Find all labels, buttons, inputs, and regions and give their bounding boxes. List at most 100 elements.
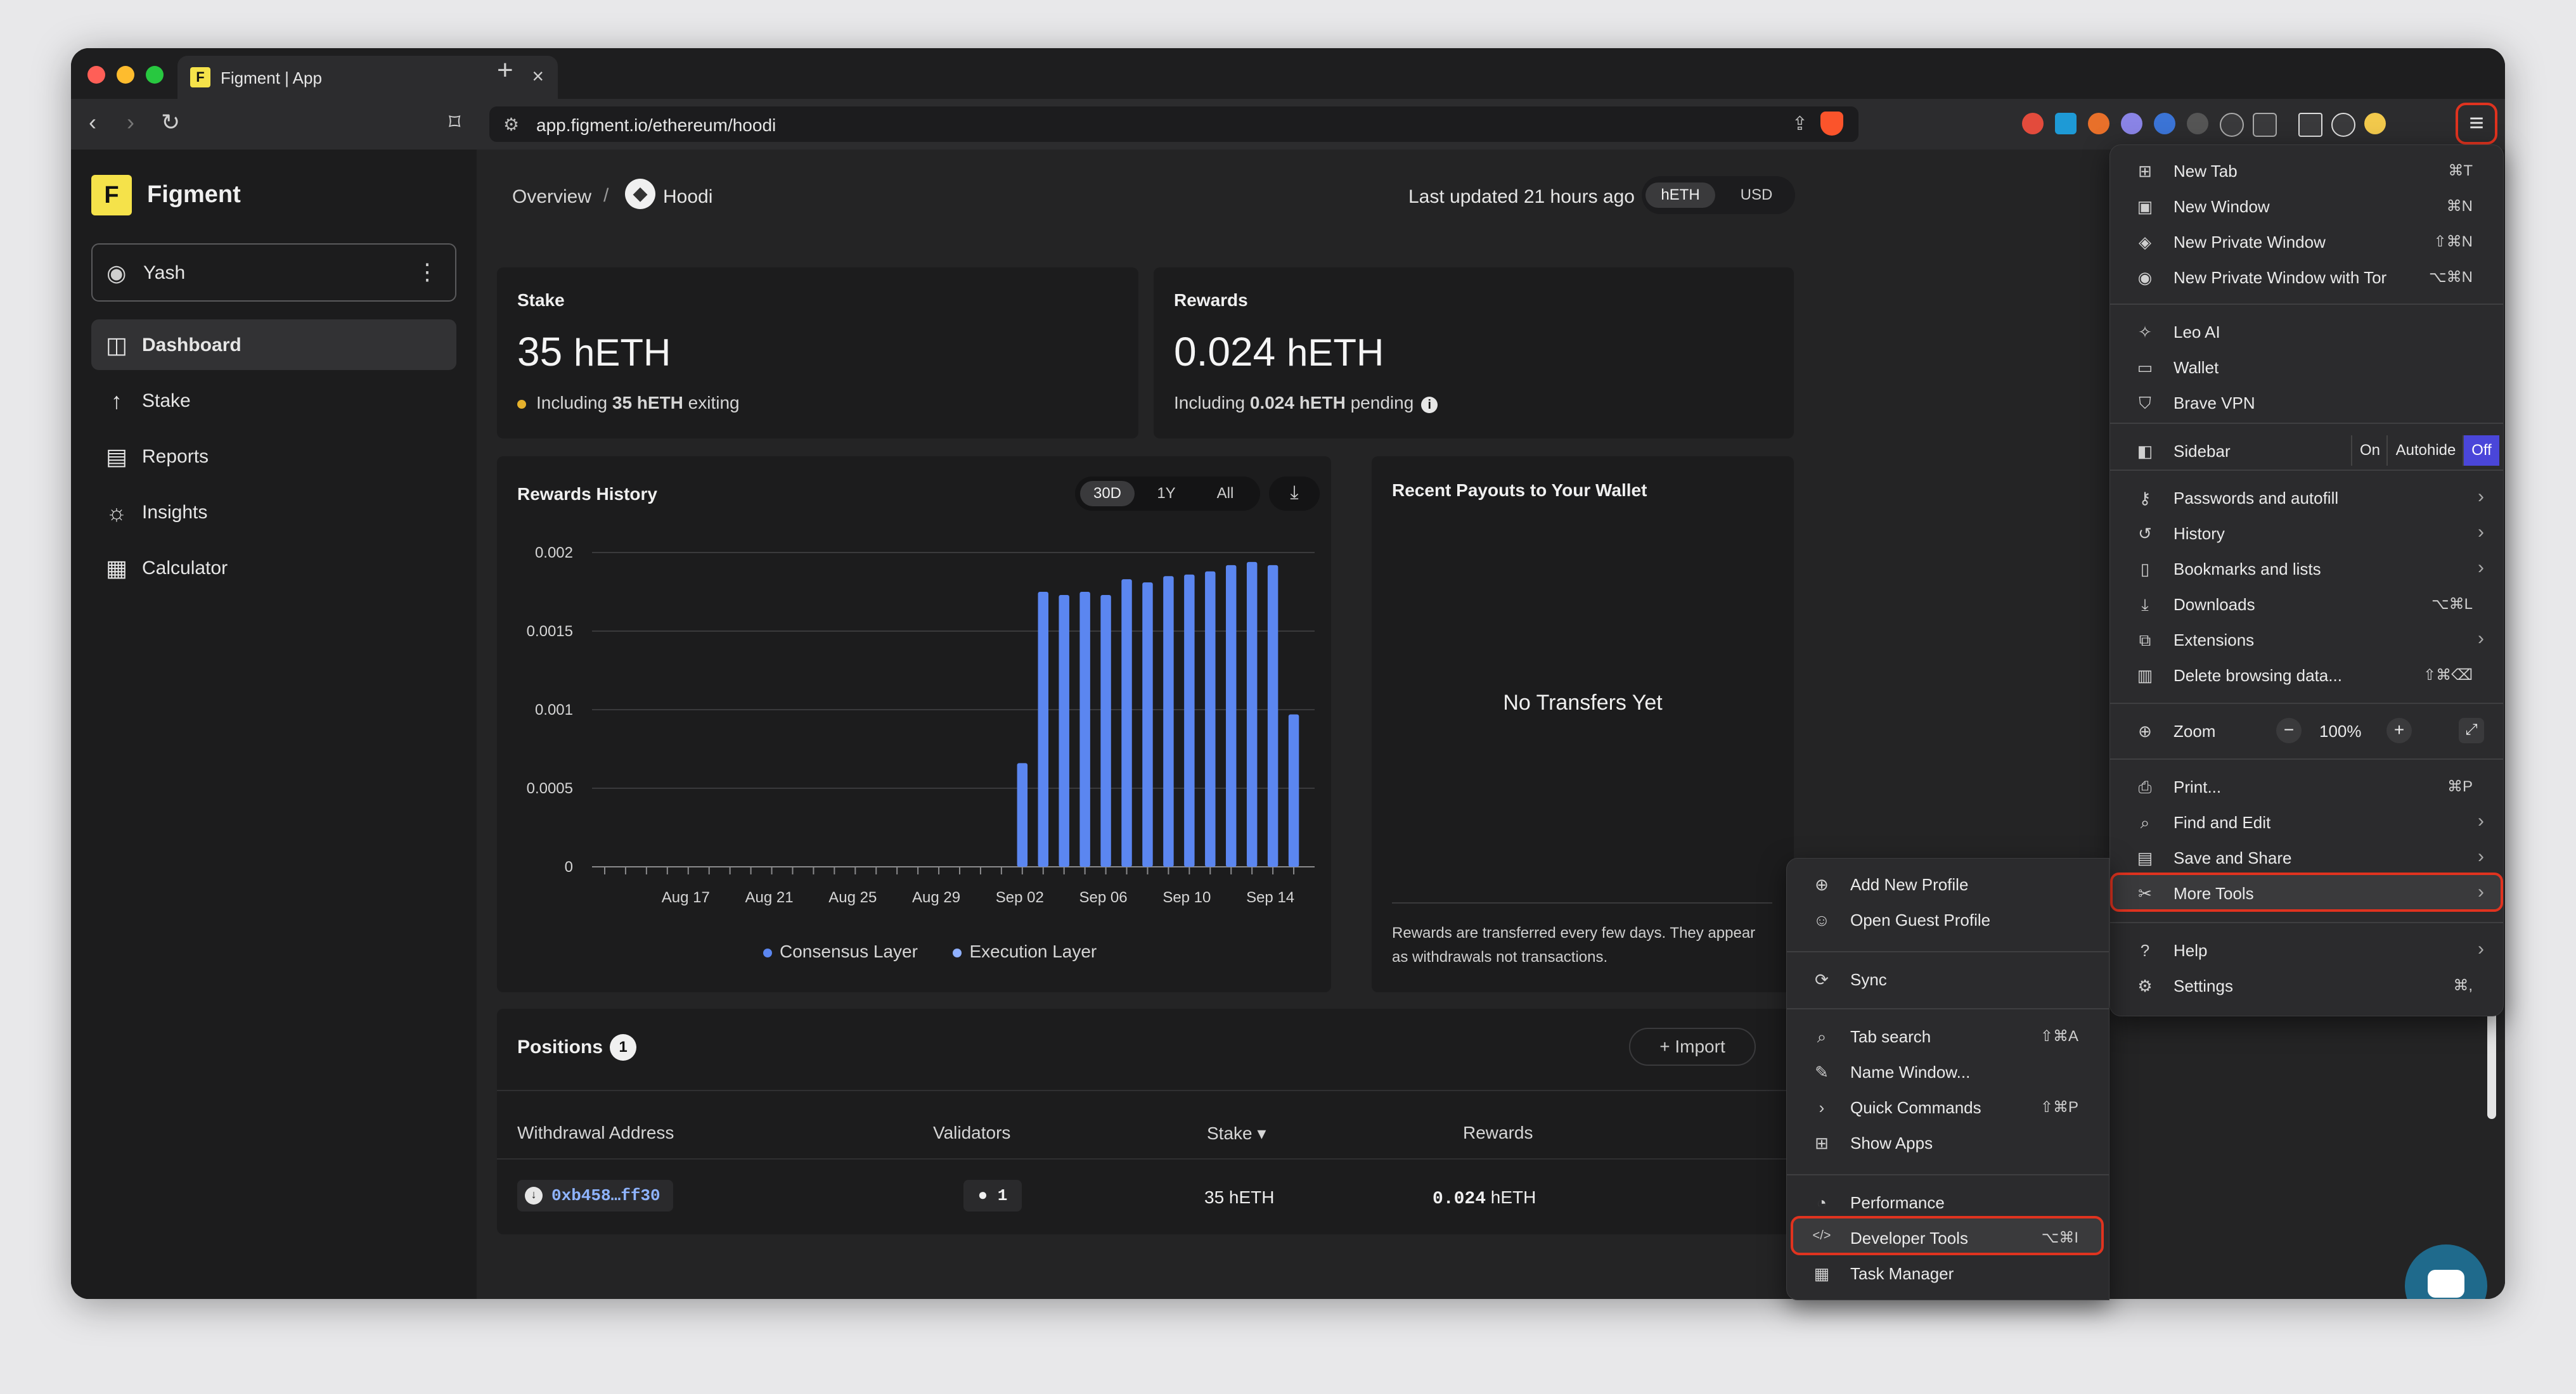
menu-item-history[interactable]: ↺ History › — [2110, 515, 2503, 551]
menu-item-extensions[interactable]: ⧉ Extensions › — [2110, 622, 2503, 657]
withdrawal-address-pill[interactable]: ↓ 0xb458…ff30 — [517, 1180, 673, 1212]
menu-item-save-and-share[interactable]: ▤ Save and Share › — [2110, 840, 2503, 875]
sidebar-item-calculator[interactable]: ▦ Calculator — [91, 542, 456, 593]
menu-item-wallet[interactable]: ▭ Wallet — [2110, 349, 2503, 385]
brave-shields-icon[interactable] — [1820, 112, 1843, 136]
menu-item-task-manager[interactable]: ▦ Task Manager — [1787, 1255, 2109, 1291]
header-rewards[interactable]: Rewards — [1463, 1123, 1533, 1143]
sidebar-option-off[interactable]: Off — [2463, 435, 2499, 466]
chat-button[interactable] — [2405, 1244, 2487, 1299]
menu-item-passwords-and-autofill[interactable]: ⚷ Passwords and autofill › — [2110, 480, 2503, 515]
currency-heth[interactable]: hETH — [1645, 182, 1715, 208]
extension-icon-6[interactable] — [2187, 113, 2208, 134]
range-30d[interactable]: 30D — [1080, 481, 1135, 506]
validators-count-pill[interactable]: ● 1 — [963, 1180, 1022, 1212]
chart-bar[interactable] — [1059, 594, 1069, 867]
extension-icon-2[interactable] — [2055, 113, 2077, 134]
password-manager-icon[interactable] — [2154, 113, 2175, 134]
menu-item-find-and-edit[interactable]: ⌕ Find and Edit › — [2110, 804, 2503, 840]
menu-item-print[interactable]: ⎙ Print... ⌘P — [2110, 769, 2503, 804]
profile-avatar-icon[interactable] — [2364, 113, 2386, 134]
sidebar-toggle-icon[interactable] — [2298, 113, 2322, 137]
menu-item-show-apps[interactable]: ⊞ Show Apps — [1787, 1125, 2109, 1160]
reload-icon[interactable]: ↻ — [161, 109, 180, 136]
menu-item-more-tools[interactable]: ✂ More Tools › — [2110, 875, 2503, 911]
sidebar-item-insights[interactable]: ☼ Insights — [91, 487, 456, 537]
chart-bar[interactable] — [1038, 592, 1048, 867]
menu-item-bookmarks-and-lists[interactable]: ▯ Bookmarks and lists › — [2110, 551, 2503, 586]
extension-icon-1[interactable] — [2022, 113, 2044, 134]
leo-ai-icon[interactable] — [2331, 113, 2355, 137]
sidebar-option-autohide[interactable]: Autohide — [2386, 435, 2464, 466]
range-1y[interactable]: 1Y — [1141, 481, 1192, 506]
reader-icon[interactable] — [2253, 113, 2277, 137]
chart-bar[interactable] — [1079, 592, 1090, 867]
menu-item-new-private-window[interactable]: ◈ New Private Window ⇧⌘N — [2110, 224, 2503, 259]
zoom-in-button[interactable]: + — [2386, 718, 2412, 743]
sidebar-item-stake[interactable]: ↑ Stake — [91, 375, 456, 426]
range-all[interactable]: All — [1198, 481, 1253, 506]
back-icon[interactable]: ‹ — [89, 109, 96, 136]
close-window-button[interactable] — [87, 66, 105, 84]
chart-bar[interactable] — [1246, 561, 1258, 867]
more-options-icon[interactable]: ⋮ — [416, 259, 439, 285]
user-selector[interactable]: ◉ Yash ⋮ — [91, 243, 456, 302]
extensions-puzzle-icon[interactable] — [2220, 113, 2244, 137]
info-icon[interactable]: i — [1421, 397, 1438, 413]
menu-item-new-tab[interactable]: ⊞ New Tab ⌘T — [2110, 153, 2503, 188]
import-button[interactable]: + Import — [1629, 1028, 1756, 1066]
zoom-window-button[interactable] — [146, 66, 164, 84]
forward-icon[interactable]: › — [127, 109, 134, 136]
menu-item-quick-commands[interactable]: › Quick Commands ⇧⌘P — [1787, 1089, 2109, 1125]
download-icon[interactable]: ⤓ — [1269, 476, 1320, 511]
sidebar-item-dashboard[interactable]: ◫ Dashboard — [91, 319, 456, 370]
chart-bar[interactable] — [1226, 565, 1237, 867]
bookmark-icon[interactable]: ⌑ — [449, 109, 460, 136]
metamask-icon[interactable] — [2088, 113, 2109, 134]
chart-bar[interactable] — [1205, 571, 1216, 867]
menu-item-settings[interactable]: ⚙ Settings ⌘, — [2110, 968, 2503, 1003]
chart-bar[interactable] — [1288, 714, 1299, 867]
close-tab-icon[interactable]: × — [532, 65, 544, 88]
chart-bar[interactable] — [1163, 576, 1174, 867]
position-rewards-unit: hETH — [1486, 1187, 1536, 1207]
menu-item-add-new-profile[interactable]: ⊕ Add New Profile — [1787, 866, 2109, 902]
site-settings-icon[interactable]: ⚙ — [503, 114, 519, 135]
menu-item-name-window[interactable]: ✎ Name Window... — [1787, 1054, 2109, 1089]
extension-icon-4[interactable] — [2121, 113, 2142, 134]
menu-item-performance[interactable]: ◔ Performance — [1787, 1184, 2109, 1220]
sidebar-option-on[interactable]: On — [2351, 435, 2388, 466]
menu-item-tab-search[interactable]: ⌕ Tab search ⇧⌘A — [1787, 1018, 2109, 1054]
chart-bar[interactable] — [1184, 574, 1195, 867]
fullscreen-icon[interactable]: ⤢ — [2459, 718, 2484, 743]
menu-item-brave-vpn[interactable]: ⛉ Brave VPN — [2110, 385, 2503, 420]
menu-item-downloads[interactable]: ⤓ Downloads ⌥⌘L — [2110, 586, 2503, 622]
menu-item-help[interactable]: ? Help › — [2110, 932, 2503, 968]
chart-bar[interactable] — [1142, 582, 1153, 867]
header-withdrawal-address[interactable]: Withdrawal Address — [517, 1123, 674, 1143]
currency-usd[interactable]: USD — [1722, 182, 1791, 208]
menu-item-new-private-window-with-tor[interactable]: ◉ New Private Window with Tor ⌥⌘N — [2110, 259, 2503, 295]
menu-item-developer-tools[interactable]: </> Developer Tools ⌥⌘I — [1787, 1220, 2109, 1255]
menu-item-sync[interactable]: ⟳ Sync — [1787, 961, 2109, 997]
address-bar[interactable]: ⚙ app.figment.io/ethereum/hoodi ⇪ — [489, 106, 1858, 142]
sidebar-item-reports[interactable]: ▤ Reports — [91, 431, 456, 482]
menu-item-label: Tab search — [1850, 1027, 1931, 1046]
new-tab-button[interactable]: + — [497, 54, 513, 86]
zoom-out-button[interactable]: − — [2276, 718, 2302, 743]
chart-bar[interactable] — [1017, 763, 1028, 867]
header-stake[interactable]: Stake ▾ — [1207, 1123, 1266, 1144]
breadcrumb-overview[interactable]: Overview — [512, 186, 591, 208]
chart-bar[interactable] — [1267, 565, 1278, 867]
share-icon[interactable]: ⇪ — [1792, 113, 1808, 135]
menu-item-new-window[interactable]: ▣ New Window ⌘N — [2110, 188, 2503, 224]
minimize-window-button[interactable] — [117, 66, 134, 84]
menu-item-delete-browsing-data[interactable]: ▥ Delete browsing data... ⇧⌘⌫ — [2110, 657, 2503, 693]
chart-bar[interactable] — [1121, 579, 1132, 867]
menu-item-open-guest-profile[interactable]: ☺ Open Guest Profile — [1787, 902, 2109, 937]
chart-bar[interactable] — [1100, 594, 1111, 867]
url-text[interactable]: app.figment.io/ethereum/hoodi — [536, 115, 776, 136]
main-menu-button[interactable]: ≡ — [2456, 103, 2497, 144]
header-validators[interactable]: Validators — [933, 1123, 1010, 1143]
menu-item-leo-ai[interactable]: ✧ Leo AI — [2110, 314, 2503, 349]
